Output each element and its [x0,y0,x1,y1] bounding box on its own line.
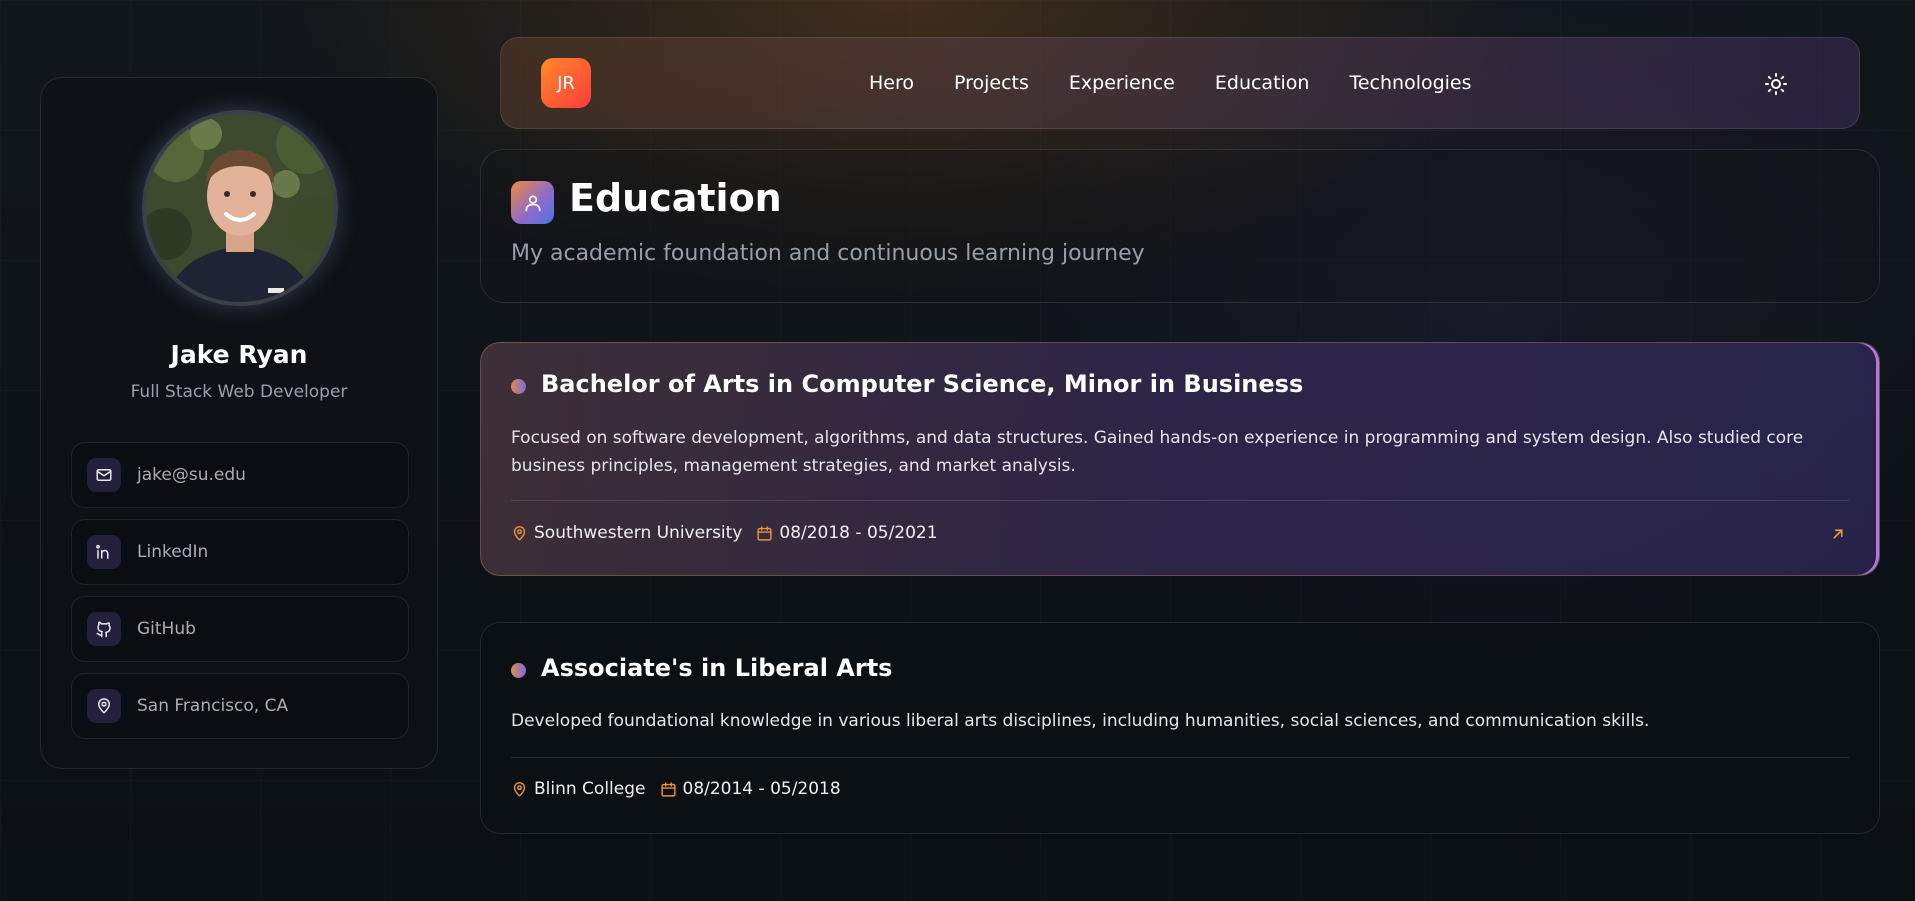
education-meta: Blinn College 08/2014 - 05/2018 [511,779,855,799]
external-link-button[interactable] [1827,523,1849,545]
calendar-icon [757,525,772,541]
education-institution: Southwestern University [534,523,743,543]
education-meta: Southwestern University 08/2018 - 05/202… [511,523,952,543]
page-subtitle: My academic foundation and continuous le… [511,241,1145,266]
divider [511,500,1849,501]
nav-link-hero[interactable]: Hero [869,72,914,94]
arrow-up-right-icon [1833,529,1843,539]
section-header: Education My academic foundation and con… [480,149,1880,303]
user-icon [511,181,554,224]
education-institution: Blinn College [534,779,646,799]
contact-label: LinkedIn [137,542,209,562]
contact-label: San Francisco, CA [137,696,289,716]
avatar [142,110,338,306]
nav-link-technologies[interactable]: Technologies [1349,72,1471,94]
nav-link-experience[interactable]: Experience [1069,72,1175,94]
profile-sidebar: Jake Ryan Full Stack Web Developer jake@… [40,77,438,769]
bullet-dot-icon [511,379,526,394]
contact-label: GitHub [137,619,196,639]
profile-role: Full Stack Web Developer [130,382,348,402]
map-pin-icon [87,689,121,723]
map-pin-icon [513,525,526,541]
education-dates: 08/2018 - 05/2021 [779,523,938,543]
contact-label: jake@su.edu [137,465,246,485]
github-icon [87,612,121,646]
contact-location[interactable]: San Francisco, CA [71,673,409,739]
education-card[interactable]: Bachelor of Arts in Computer Science, Mi… [480,342,1880,576]
education-title: Bachelor of Arts in Computer Science, Mi… [541,370,1304,398]
education-description: Developed foundational knowledge in vari… [511,711,1650,731]
contact-email[interactable]: jake@su.edu [71,442,409,508]
education-description: Focused on software development, algorit… [511,428,1804,476]
top-navbar: JR Hero Projects Experience Education Te… [500,37,1860,129]
sun-icon [1765,73,1787,95]
education-card[interactable]: Associate's in Liberal Arts Developed fo… [480,622,1880,834]
nav-link-education[interactable]: Education [1215,72,1310,94]
bullet-dot-icon [511,663,526,678]
mail-icon [87,458,121,492]
education-dates: 08/2014 - 05/2018 [682,779,841,799]
linkedin-icon [87,535,121,569]
contact-github[interactable]: GitHub [71,596,409,662]
portfolio-page: Jake Ryan Full Stack Web Developer jake@… [0,0,1915,901]
nav-links: Hero Projects Experience Education Techn… [869,38,1472,128]
divider [511,757,1849,758]
education-title: Associate's in Liberal Arts [541,654,893,682]
nav-link-projects[interactable]: Projects [954,72,1029,94]
calendar-icon [660,781,676,797]
map-pin-icon [513,781,526,797]
contact-linkedin[interactable]: LinkedIn [71,519,409,585]
logo[interactable]: JR [541,58,591,108]
theme-toggle-button[interactable] [1763,71,1789,97]
avatar-photo [146,114,334,302]
profile-name: Jake Ryan [170,340,308,369]
page-title: Education [569,176,782,220]
